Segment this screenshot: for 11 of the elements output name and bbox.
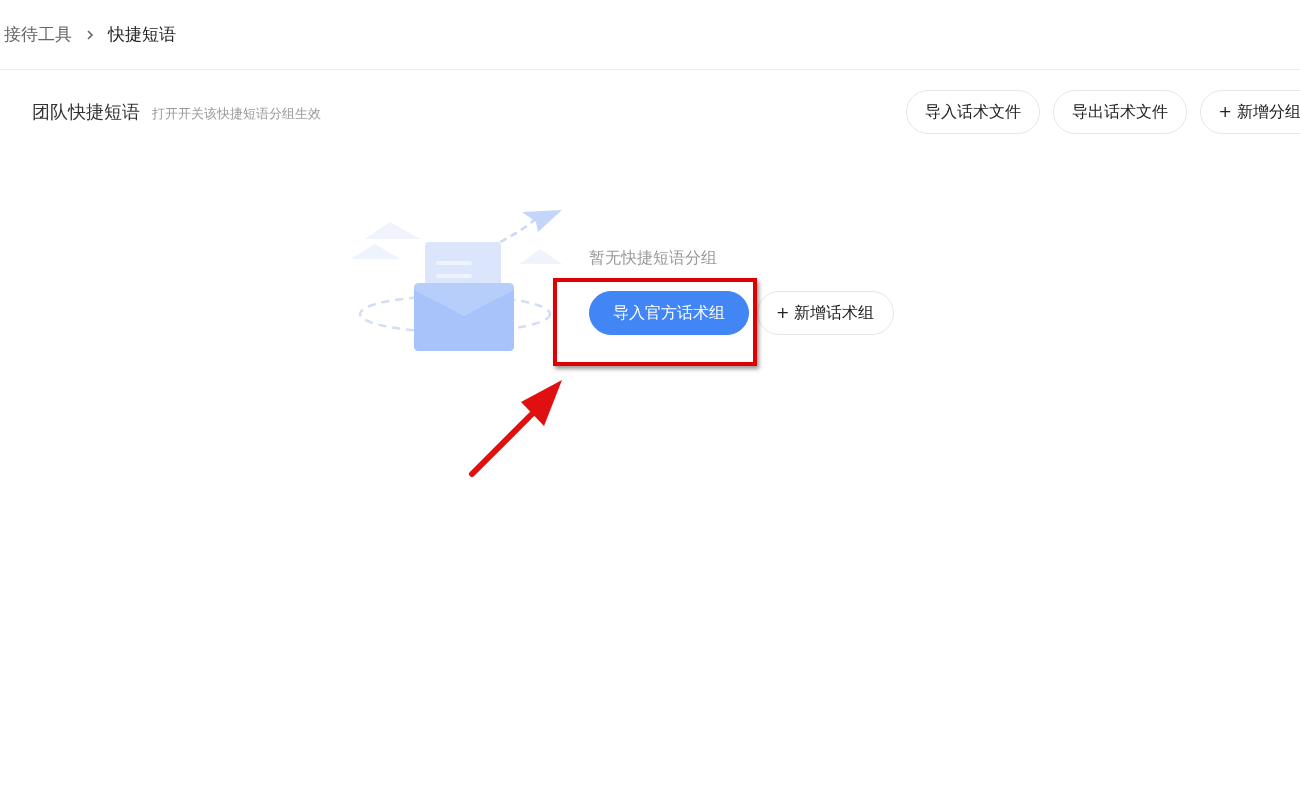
action-button[interactable]: 导出话术文件 [1052, 90, 1187, 134]
add-button[interactable]: + 新增话术组 [757, 291, 894, 335]
action-button[interactable]: 导入话术文件 [905, 90, 1040, 134]
section-hint: 打开开关该快捷短语分组生效 [152, 105, 321, 123]
breadcrumb-link[interactable]: 接待工具 [4, 23, 72, 46]
action-button[interactable]: + 新增分组 [1199, 90, 1300, 134]
import-button[interactable]: 导入官方话术组 [589, 291, 749, 335]
section-title: 团队快捷短语 [32, 100, 140, 124]
breadcrumb-link[interactable]: 快捷短语 [108, 23, 176, 46]
empty-message: 暂无快捷短语分组 [589, 248, 718, 269]
chevron-icon [86, 29, 94, 40]
